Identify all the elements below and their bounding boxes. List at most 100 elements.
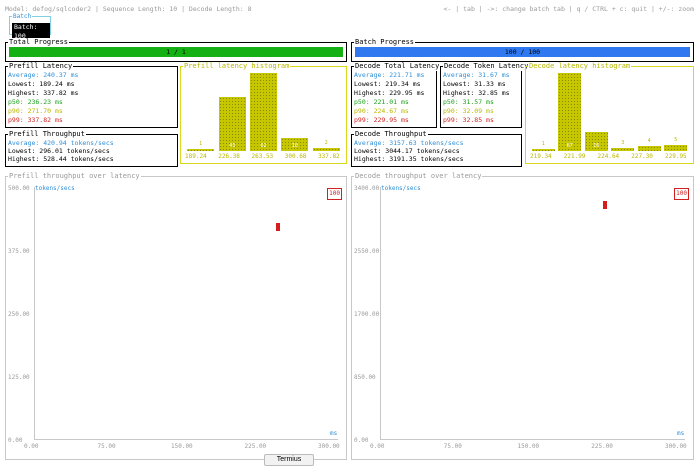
decode-throughput-title: Decode Throughput [354, 130, 428, 139]
header-info: Model: defog/sqlcoder2 | Sequence Length… [5, 5, 252, 13]
prefill-latency-title: Prefill Latency [8, 62, 74, 71]
decode-latency-lowest: Lowest: 219.34 ms [354, 80, 421, 88]
prefill-scatter-x-tick: 300.00 [318, 443, 340, 450]
decode-scatter-legend: 100 [674, 188, 689, 200]
prefill-scatter-y-tick: 125.00 [8, 374, 30, 381]
batch-progress-text: 100 / 100 [504, 48, 541, 56]
prefill-hist-bar-label: 43 [229, 143, 236, 149]
decode-scatter-x-tick: 300.00 [665, 443, 687, 450]
prefill-scatter-point [275, 222, 280, 231]
prefill-throughput-highest: Highest: 528.44 tokens/secs [8, 155, 114, 163]
decode-scatter-y-axis [380, 187, 381, 439]
prefill-hist-tick: 263.53 [251, 153, 274, 160]
decode-latency-panel: Decode Total Latency Average: 221.71 ms … [351, 62, 441, 128]
prefill-latency-p90: p90: 271.70 ms [8, 107, 63, 115]
prefill-latency-highest: Highest: 337.82 ms [8, 89, 79, 97]
decode-scatter-x-tick: 150.00 [517, 443, 540, 450]
prefill-scatter-x-tick: 0.00 [24, 443, 39, 450]
decode-token-latency-panel: Decode Token Latency Average: 31.67 ms L… [440, 62, 530, 128]
decode-latency-p99: p99: 229.95 ms [354, 116, 409, 124]
prefill-scatter-legend: 100 [327, 188, 342, 200]
decode-throughput-panel: Decode Throughput Average: 3157.63 token… [351, 130, 522, 167]
decode-scatter-y-tick: 1700.00 [354, 311, 380, 318]
prefill-latency-lowest: Lowest: 189.24 ms [8, 80, 75, 88]
prefill-hist-bar [249, 73, 277, 151]
prefill-hist-tick: 300.68 [284, 153, 307, 160]
decode-token-latency-p99: p99: 32.85 ms [443, 116, 494, 124]
taskbar-termius[interactable]: Termius [264, 454, 314, 466]
prefill-hist-bar-label: 2 [324, 140, 328, 147]
decode-scatter-point [603, 200, 608, 209]
prefill-hist-bar-label: 1 [199, 141, 203, 147]
batch-tabs: Batch Batch: 100 [9, 12, 51, 41]
decode-hist-bar-label: 5 [674, 137, 678, 144]
decode-token-latency-p90: p90: 32.09 ms [443, 107, 494, 115]
decode-scatter-y-label: tokens/secs [381, 185, 421, 192]
decode-scatter-x-tick: 0.00 [370, 443, 385, 450]
prefill-scatter-y-label: tokens/secs [35, 185, 75, 192]
decode-scatter-x-label: ms [677, 430, 685, 437]
decode-token-latency-title: Decode Token Latency [443, 62, 530, 71]
prefill-scatter-y-axis [34, 187, 35, 439]
prefill-hist-tick: 337.82 [318, 153, 340, 160]
prefill-scatter-x-tick: 75.00 [97, 443, 116, 450]
decode-scatter-x-axis [380, 439, 685, 440]
prefill-hist-bar [312, 148, 340, 151]
decode-token-latency-p50: p50: 31.57 ms [443, 98, 494, 106]
decode-token-latency-highest: Highest: 32.85 ms [443, 89, 510, 97]
decode-latency-average: Average: 221.71 ms [354, 71, 425, 79]
total-progress-panel: Total Progress 1 / 1 [5, 38, 347, 62]
batch-tabs-title: Batch [12, 12, 33, 21]
prefill-latency-p99: p99: 337.82 ms [8, 116, 63, 124]
decode-hist-bar [664, 145, 688, 151]
decode-histogram: 1 67 16 3 4 5 219.34 221.99 224.64 227.30 229.95 [526, 67, 693, 163]
decode-scatter-chart: tokens/secs ms 3400.00 2550.00 1700.00 850.00… [352, 177, 693, 459]
prefill-scatter-x-axis [34, 439, 338, 440]
total-progress-text: 1 / 1 [166, 48, 186, 56]
prefill-scatter-x-tick: 150.00 [171, 443, 193, 450]
prefill-throughput-panel: Prefill Throughput Average: 420.94 token… [5, 130, 178, 167]
decode-hist-bar-label: 3 [621, 139, 625, 146]
decode-hist-tick: 227.30 [631, 153, 653, 160]
decode-latency-p90: p90: 224.67 ms [354, 107, 409, 115]
decode-hist-bar [637, 146, 661, 151]
prefill-scatter-x-tick: 225.00 [244, 443, 267, 450]
decode-scatter-y-tick: 850.00 [354, 374, 376, 381]
prefill-hist-tick: 189.24 [185, 153, 207, 160]
prefill-hist-bar [187, 149, 215, 151]
decode-hist-tick: 229.95 [665, 153, 687, 160]
decode-hist-bar-label: 67 [566, 143, 573, 149]
decode-hist-bar [558, 73, 582, 151]
decode-hist-tick: 221.99 [563, 153, 586, 160]
prefill-latency-average: Average: 240.37 ms [8, 71, 79, 79]
decode-scatter-panel: Decode throughput over latency tokens/se… [351, 172, 694, 460]
prefill-latency-panel: Prefill Latency Average: 240.37 ms Lowes… [5, 62, 178, 128]
prefill-hist-bar-label: 62 [260, 143, 267, 149]
prefill-histogram-panel: Prefill latency histogram 1 43 62 10 2 189.24… [180, 62, 347, 164]
decode-scatter-y-tick: 2550.00 [354, 248, 380, 255]
decode-hist-bar-label: 1 [541, 141, 545, 147]
decode-hist-bar-label: 4 [647, 138, 651, 145]
decode-latency-title: Decode Total Latency [354, 62, 441, 71]
decode-hist-bar-label: 16 [593, 143, 600, 149]
prefill-scatter-y-tick: 375.00 [8, 248, 30, 255]
decode-scatter-y-tick: 3400.00 [354, 185, 380, 192]
decode-throughput-highest: Highest: 3191.35 tokens/secs [354, 155, 464, 163]
decode-token-latency-average: Average: 31.67 ms [443, 71, 510, 79]
decode-token-latency-lowest: Lowest: 31.33 ms [443, 80, 506, 88]
header-help: <- | tab | ->: change batch tab | q / CT… [443, 5, 694, 13]
prefill-throughput-title: Prefill Throughput [8, 130, 86, 139]
prefill-histogram: 1 43 62 10 2 189.24 226.38 263.53 300.68 337.82 [181, 67, 346, 163]
decode-scatter-x-tick: 225.00 [591, 443, 613, 450]
total-progress-title: Total Progress [8, 38, 70, 47]
decode-histogram-panel: Decode latency histogram 1 67 16 3 4 5 219.34 2… [525, 62, 694, 164]
decode-hist-tick: 219.34 [530, 153, 552, 160]
prefill-scatter-x-label: ms [330, 430, 338, 437]
decode-hist-bar [611, 147, 635, 151]
decode-scatter-y-tick: 0.00 [354, 437, 369, 444]
prefill-scatter-panel: Prefill throughput over latency tokens/s… [5, 172, 347, 460]
prefill-hist-bar-label: 10 [291, 143, 298, 149]
batch-progress-title: Batch Progress [354, 38, 416, 47]
prefill-hist-tick: 226.38 [218, 153, 240, 160]
batch-progress-panel: Batch Progress 100 / 100 [351, 38, 694, 62]
